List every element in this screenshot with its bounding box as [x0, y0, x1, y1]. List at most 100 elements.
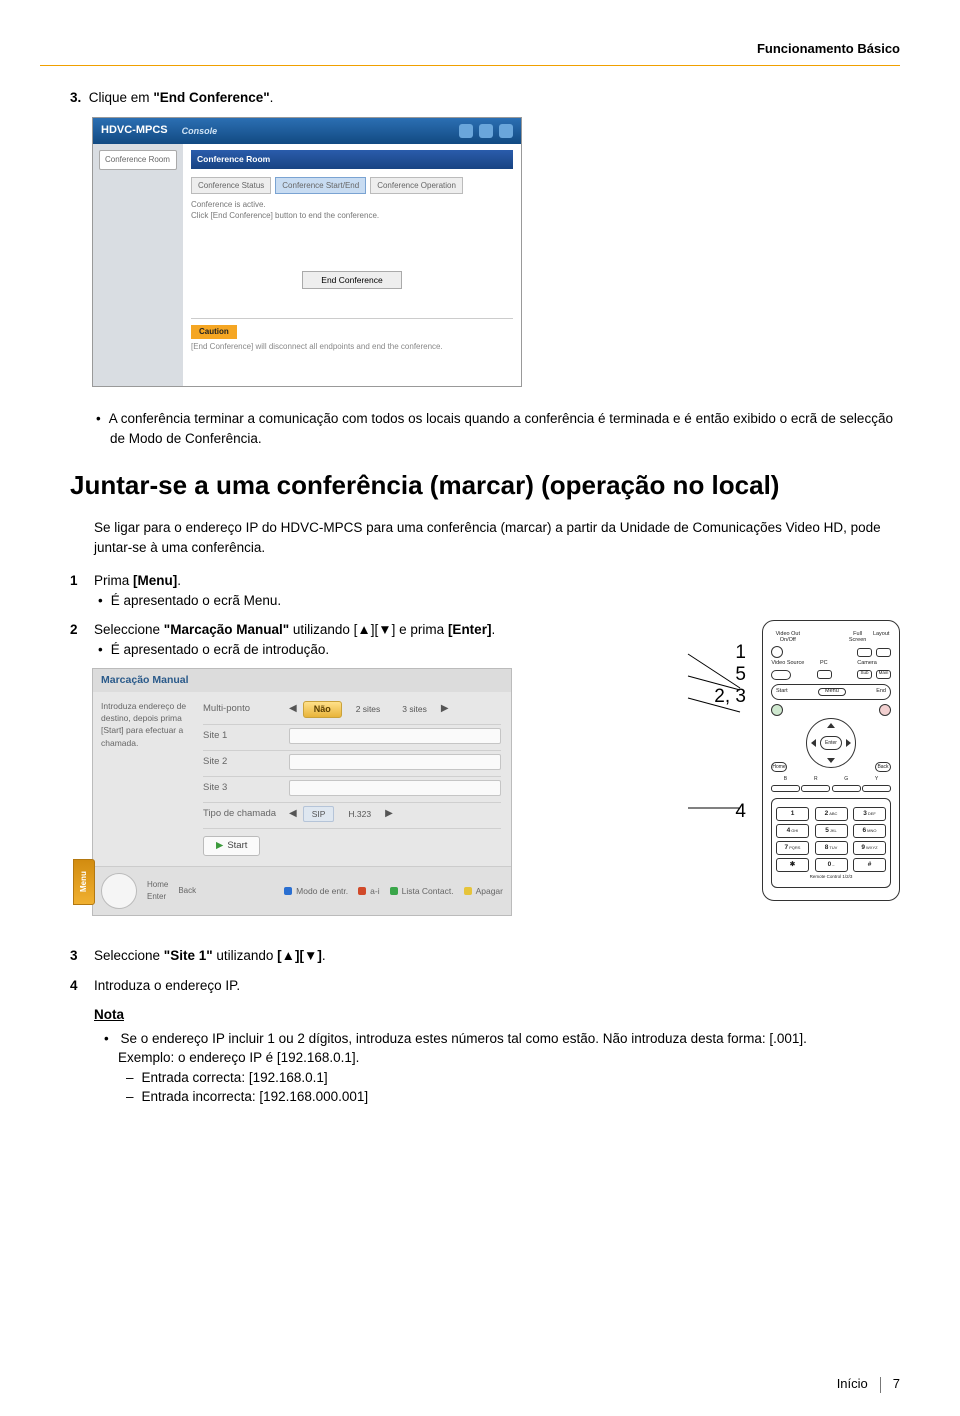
step-2-text-e: .: [491, 622, 495, 637]
mm-site1-field[interactable]: [289, 728, 501, 744]
key-7[interactable]: 7PQRS: [776, 841, 809, 855]
step-1-menu: [Menu]: [133, 573, 177, 588]
tab-conference-status[interactable]: Conference Status: [191, 177, 271, 195]
r-lbl-fullscreen: Full Screen: [848, 632, 868, 643]
mm-title: Marcação Manual: [93, 669, 511, 692]
start-call-button[interactable]: [771, 704, 783, 716]
console-titlebar: HDVC-MPCS Console: [93, 118, 521, 144]
tab-conference-operation[interactable]: Conference Operation: [370, 177, 463, 195]
footer-page: 7: [893, 1375, 900, 1394]
color-y-button[interactable]: [862, 785, 891, 792]
key-hash[interactable]: #: [853, 858, 886, 872]
step-3b: 3 Seleccione "Site 1" utilizando [▲][▼].: [70, 946, 900, 966]
mm-sip[interactable]: SIP: [303, 806, 335, 822]
key-2[interactable]: 2ABC: [815, 807, 848, 821]
step-1-text-c: .: [177, 573, 181, 588]
maintenance-icon[interactable]: [499, 124, 513, 138]
r-lbl-r: R: [801, 777, 830, 782]
mm-hint-blue: Modo de entr.: [284, 885, 348, 897]
dpad-up-icon[interactable]: [827, 723, 835, 728]
mm-site3-field[interactable]: [289, 780, 501, 796]
enter-button[interactable]: Enter: [820, 736, 842, 750]
tab-conference-start-end[interactable]: Conference Start/End: [275, 177, 366, 195]
key-5[interactable]: 5JKL: [815, 824, 848, 838]
back-button[interactable]: Back: [875, 762, 891, 772]
sidebar-conference-room[interactable]: Conference Room: [99, 150, 177, 170]
nota-label: Nota: [94, 1005, 900, 1025]
dpad[interactable]: Enter: [806, 718, 856, 768]
color-r-button[interactable]: [801, 785, 830, 792]
arrow-right-icon-2[interactable]: ▶: [385, 807, 393, 822]
dpad-down-icon[interactable]: [827, 758, 835, 763]
status-line-2: Click [End Conference] button to end the…: [191, 211, 513, 221]
key-1[interactable]: 1: [776, 807, 809, 821]
layout-button[interactable]: [876, 648, 891, 657]
step-4-text: Introduza o endereço IP.: [94, 976, 900, 996]
step-2: 2 Seleccione "Marcação Manual" utilizand…: [70, 620, 620, 915]
step-1-bullet: É apresentado o ecrã Menu.: [112, 591, 900, 611]
step-2-bullet: É apresentado o ecrã de introdução.: [112, 640, 620, 660]
key-6[interactable]: 6MNO: [853, 824, 886, 838]
header-rule: [40, 65, 900, 66]
pc-button[interactable]: [817, 670, 832, 679]
main-button[interactable]: Main: [876, 670, 891, 679]
step-3-bullet: A conferência terminar a comunicação com…: [110, 409, 900, 448]
mm-menu-flag[interactable]: Menu: [73, 859, 95, 905]
arrow-right-icon[interactable]: ▶: [441, 702, 449, 717]
mm-site2-field[interactable]: [289, 754, 501, 770]
arrow-left-icon-2[interactable]: ◀: [289, 807, 297, 822]
key-0[interactable]: 0–: [815, 858, 848, 872]
panel-title: Conference Room: [191, 150, 513, 168]
r-lbl-g: G: [832, 777, 861, 782]
end-call-button[interactable]: [879, 704, 891, 716]
step-3-text-a: Clique em: [89, 90, 154, 105]
dpad-right-icon[interactable]: [846, 739, 851, 747]
color-b-button[interactable]: [771, 785, 800, 792]
mm-site1-label: Site 1: [203, 729, 283, 743]
section-header: Funcionamento Básico: [70, 40, 900, 65]
mm-calltype-label: Tipo de chamada: [203, 807, 283, 821]
menu-button[interactable]: Menu: [818, 688, 846, 696]
r-lbl-layout: Layout: [871, 632, 891, 643]
mm-start-button[interactable]: ▶Start: [203, 836, 260, 856]
video-source-button[interactable]: [771, 670, 791, 680]
mm-back-label: Back: [178, 885, 196, 897]
key-8[interactable]: 8TUV: [815, 841, 848, 855]
r-lbl-camera: Camera: [843, 661, 891, 667]
key-star[interactable]: ✱: [776, 858, 809, 872]
key-3[interactable]: 3DEF: [853, 807, 886, 821]
step-3b-a: Seleccione: [94, 948, 164, 963]
home-button[interactable]: Home: [771, 762, 787, 772]
step-3b-e: .: [322, 948, 326, 963]
manual-dial-screenshot: Marcação Manual Introduza endereço de de…: [92, 668, 512, 916]
section-heading: Juntar-se a uma conferência (marcar) (op…: [70, 467, 900, 505]
sub-button[interactable]: Sub: [857, 670, 872, 679]
key-4[interactable]: 4GHI: [776, 824, 809, 838]
step-4: 4 Introduza o endereço IP.: [70, 976, 900, 996]
console-sidebar: Conference Room: [93, 144, 183, 386]
arrow-left-icon[interactable]: ◀: [289, 702, 297, 717]
r-lbl-pc: PC: [812, 661, 836, 667]
section-intro: Se ligar para o endereço IP do HDVC-MPCS…: [94, 518, 900, 557]
step-1-text-a: Prima: [94, 573, 133, 588]
r-lbl-start: Start: [776, 689, 788, 695]
step-3b-bold: "Site 1": [164, 948, 213, 963]
step-3-bold: "End Conference": [153, 90, 269, 105]
settings-icon[interactable]: [479, 124, 493, 138]
keypad-footer: Remote Control 1/2/3: [776, 875, 886, 880]
key-9[interactable]: 9WXYZ: [853, 841, 886, 855]
color-g-button[interactable]: [832, 785, 861, 792]
console-subtitle: Console: [182, 125, 218, 138]
console-app-title: HDVC-MPCS: [101, 123, 168, 139]
home-icon[interactable]: [459, 124, 473, 138]
mm-site3-label: Site 3: [203, 781, 283, 795]
mm-multi-2sites[interactable]: 2 sites: [348, 702, 389, 716]
mm-enter-label: Enter: [147, 891, 168, 903]
step-4-num: 4: [70, 976, 94, 996]
end-conference-button[interactable]: End Conference: [302, 271, 401, 289]
mm-multi-3sites[interactable]: 3 sites: [394, 702, 435, 716]
mm-h323[interactable]: H.323: [340, 807, 379, 821]
dpad-left-icon[interactable]: [811, 739, 816, 747]
video-out-button[interactable]: [771, 646, 783, 658]
fullscreen-button[interactable]: [857, 648, 872, 657]
